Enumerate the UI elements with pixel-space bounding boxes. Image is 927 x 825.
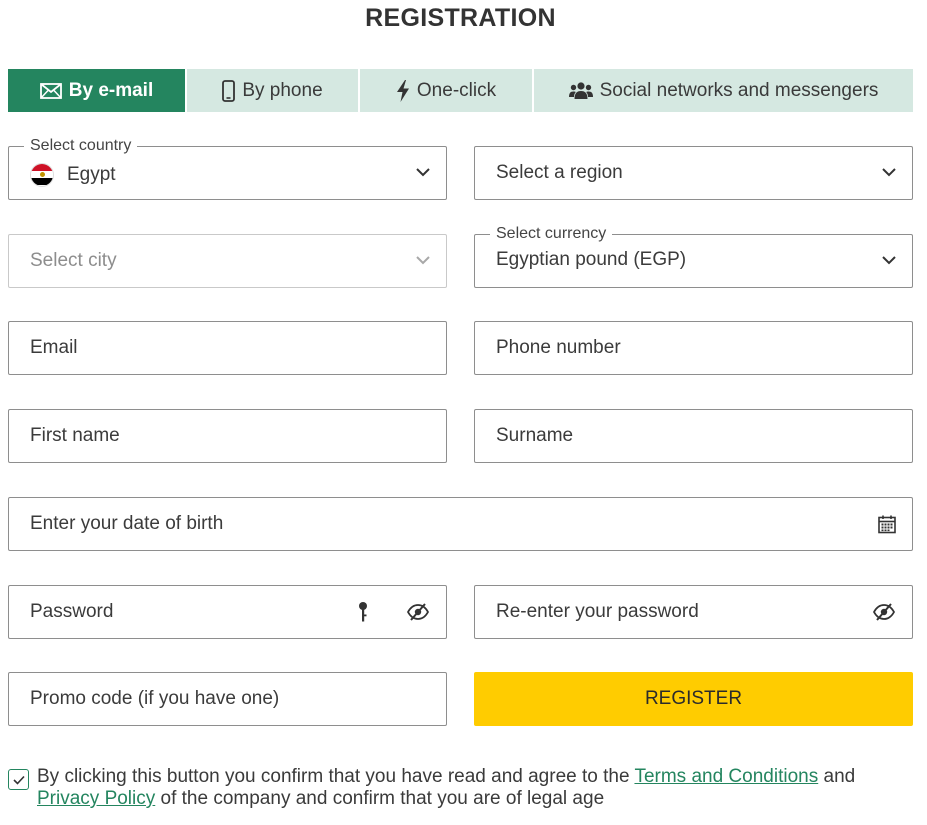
tab-label: Social networks and messengers [599, 79, 879, 101]
chevron-down-icon [882, 256, 896, 265]
tab-by-email[interactable]: By e-mail [8, 69, 187, 112]
region-select[interactable]: Select a region [474, 146, 913, 200]
city-select[interactable]: Select city [8, 234, 447, 288]
email-field[interactable]: Email [8, 321, 447, 375]
country-value: Egypt [67, 163, 116, 185]
tab-label: One-click [416, 79, 497, 101]
email-placeholder: Email [30, 337, 78, 358]
currency-select[interactable]: Select currency Egyptian pound (EGP) [474, 224, 913, 288]
country-select[interactable]: Select country Egypt [8, 136, 447, 200]
consent-text-part: By clicking this button you confirm that… [37, 766, 635, 787]
key-icon [359, 602, 367, 622]
toggle-password-visibility[interactable] [407, 603, 429, 621]
dob-placeholder: Enter your date of birth [30, 513, 224, 534]
consent-checkbox[interactable] [8, 769, 29, 790]
first-name-placeholder: First name [30, 425, 120, 446]
currency-label: Select currency [490, 224, 613, 244]
calendar-icon [878, 515, 896, 534]
terms-link[interactable]: Terms and Conditions [634, 766, 818, 787]
toggle-repeat-password-visibility[interactable] [873, 603, 895, 621]
register-button[interactable]: REGISTER [474, 672, 913, 726]
repeat-password-placeholder: Re-enter your password [496, 601, 699, 622]
egypt-flag-icon [30, 162, 54, 187]
surname-placeholder: Surname [496, 425, 574, 446]
privacy-policy-link[interactable]: Privacy Policy [37, 788, 155, 809]
envelope-icon [39, 82, 62, 99]
page-title: REGISTRATION [365, 4, 556, 32]
consent-text: By clicking this button you confirm that… [37, 766, 855, 810]
currency-value: Egyptian pound (EGP) [496, 248, 687, 270]
tab-one-click[interactable]: One-click [360, 69, 534, 112]
chevron-down-icon [882, 168, 896, 177]
users-icon [568, 82, 593, 99]
tab-social-networks[interactable]: Social networks and messengers [534, 69, 913, 112]
phone-number-field[interactable]: Phone number [474, 321, 913, 375]
lightning-icon [396, 79, 409, 102]
tab-by-phone[interactable]: By phone [187, 69, 360, 112]
date-of-birth-field[interactable]: Enter your date of birth [8, 497, 913, 551]
eye-slash-icon [873, 603, 895, 621]
password-placeholder: Password [30, 601, 114, 622]
chevron-down-icon [416, 256, 430, 265]
password-field[interactable]: Password [8, 585, 447, 639]
surname-field[interactable]: Surname [474, 409, 913, 463]
promo-placeholder: Promo code (if you have one) [30, 688, 280, 709]
consent-row: By clicking this button you confirm that… [8, 766, 913, 810]
phone-placeholder: Phone number [496, 337, 621, 358]
consent-text-part: and [818, 766, 856, 787]
checkmark-icon [12, 775, 25, 785]
tab-label: By phone [242, 79, 323, 101]
promo-code-field[interactable]: Promo code (if you have one) [8, 672, 447, 726]
first-name-field[interactable]: First name [8, 409, 447, 463]
eye-slash-icon [407, 603, 429, 621]
registration-method-tabs: By e-mail By phone One-click Social netw… [8, 69, 913, 112]
calendar-button[interactable] [878, 515, 896, 534]
region-placeholder: Select a region [496, 162, 623, 183]
phone-icon [222, 79, 236, 102]
consent-text-part: of the company and confirm that you are … [155, 788, 605, 809]
repeat-password-field[interactable]: Re-enter your password [474, 585, 913, 639]
generate-password-button[interactable] [358, 602, 368, 623]
city-placeholder: Select city [30, 250, 117, 271]
chevron-down-icon [416, 168, 430, 177]
tab-label: By e-mail [68, 79, 154, 101]
country-label: Select country [24, 136, 138, 156]
